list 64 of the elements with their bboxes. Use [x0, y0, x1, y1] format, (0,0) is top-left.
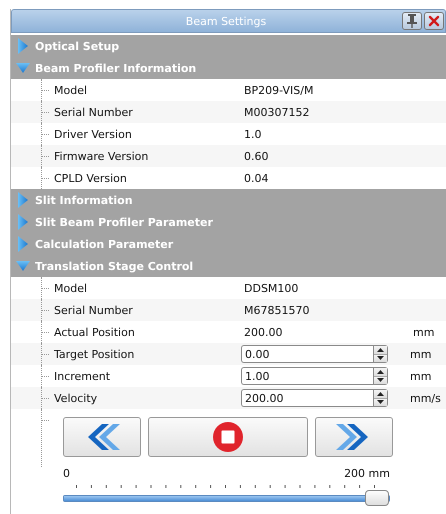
section-header[interactable]: Slit Information: [11, 189, 446, 211]
number-field[interactable]: 0.00: [241, 345, 373, 363]
spin-up-button[interactable]: [374, 346, 387, 354]
property-value: M00307152: [244, 106, 310, 118]
move-backward-button[interactable]: [63, 417, 141, 457]
down-arrow-icon: [377, 378, 384, 382]
down-arrow-icon: [377, 400, 384, 404]
up-arrow-icon: [377, 370, 384, 374]
property-label: Target Position: [53, 348, 136, 360]
property-label: Driver Version: [53, 128, 133, 140]
up-arrow-icon: [377, 392, 384, 396]
section-title: Optical Setup: [35, 40, 120, 52]
property-label: CPLD Version: [53, 172, 128, 184]
slider-min-label: 0: [63, 467, 70, 480]
pin-icon: [406, 14, 418, 28]
section-title: Translation Stage Control: [35, 260, 194, 272]
close-button[interactable]: [424, 12, 444, 30]
property-value: DDSM100: [244, 282, 300, 294]
property-value: 0.60: [244, 150, 270, 162]
property-label: Serial Number: [53, 304, 134, 316]
slider-thumb[interactable]: [365, 490, 389, 506]
unit-label: mm: [413, 326, 434, 338]
property-value: 1.0: [244, 128, 262, 140]
pin-button[interactable]: [402, 12, 422, 30]
section-header[interactable]: Translation Stage Control: [11, 255, 446, 277]
section-title: Beam Profiler Information: [35, 62, 196, 74]
spin-up-button[interactable]: [374, 368, 387, 376]
move-forward-button[interactable]: [315, 417, 393, 457]
section-header[interactable]: Slit Beam Profiler Parameter: [11, 211, 446, 233]
property-label: Serial Number: [53, 106, 134, 118]
property-value: BP209-VIS/M: [244, 84, 314, 96]
slider-max-label: 200 mm: [344, 467, 390, 480]
close-icon: [428, 15, 440, 27]
property-value: M67851570: [244, 304, 310, 316]
section-header[interactable]: Optical Setup: [11, 35, 446, 57]
property-label: Increment: [53, 370, 112, 382]
expand-triangle-icon: [16, 38, 30, 54]
number-field[interactable]: 1.00: [241, 367, 373, 385]
expand-triangle-icon: [16, 192, 30, 208]
property-label: Model: [53, 282, 88, 294]
unit-label: mm: [410, 348, 432, 360]
spin-up-button[interactable]: [374, 390, 387, 398]
down-arrow-icon: [377, 356, 384, 360]
number-field[interactable]: 200.00: [241, 389, 373, 407]
section-header[interactable]: Calculation Parameter: [11, 233, 446, 255]
section-title: Slit Beam Profiler Parameter: [35, 216, 213, 228]
property-label: Firmware Version: [53, 150, 150, 162]
section-title: Slit Information: [35, 194, 133, 206]
up-arrow-icon: [377, 348, 384, 352]
expand-triangle-icon: [16, 236, 30, 252]
section-header[interactable]: Beam Profiler Information: [11, 57, 446, 79]
expand-triangle-icon: [16, 214, 30, 230]
unit-label: mm: [410, 370, 432, 382]
section-title: Calculation Parameter: [35, 238, 174, 250]
position-slider[interactable]: [63, 490, 390, 506]
stop-icon: [212, 421, 244, 453]
property-value: 0.04: [244, 172, 270, 184]
unit-label: mm/s: [410, 392, 441, 404]
property-label: Velocity: [53, 392, 98, 404]
property-label: Actual Position: [53, 326, 136, 338]
window-title: Beam Settings: [184, 14, 268, 28]
property-value: 200.00: [244, 326, 284, 338]
stop-button[interactable]: [148, 417, 308, 457]
property-label: Model: [53, 84, 88, 96]
